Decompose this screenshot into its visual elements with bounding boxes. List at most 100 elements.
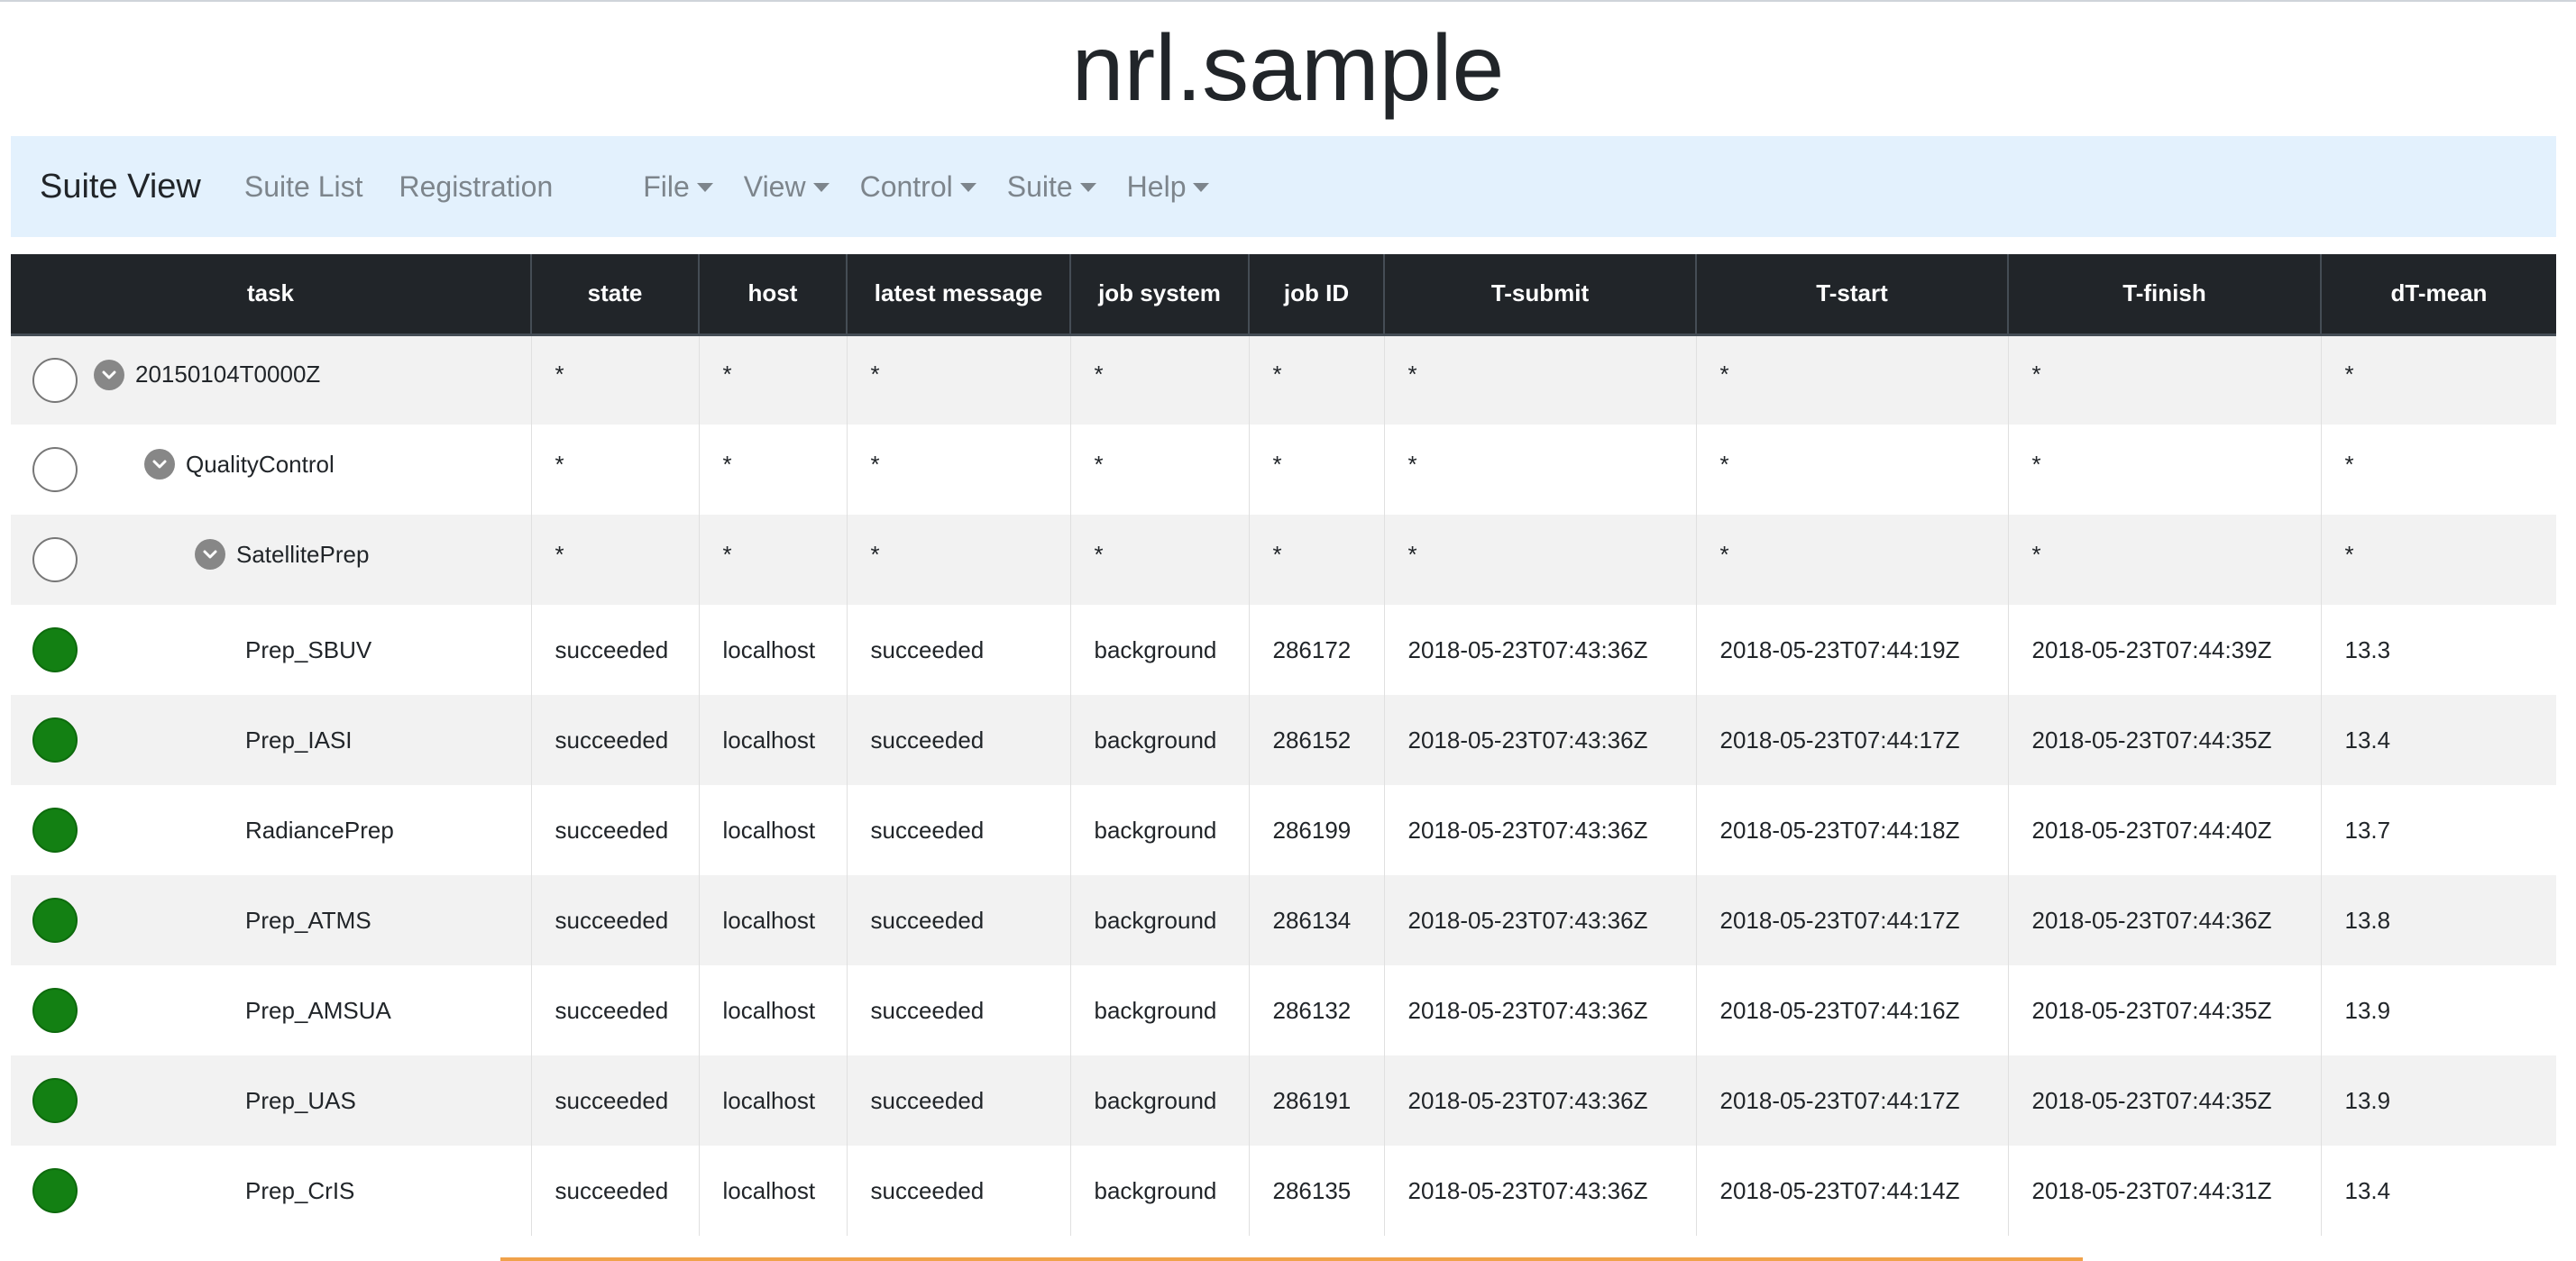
menu-view[interactable]: View — [744, 170, 830, 204]
cell-job-id: 286191 — [1249, 1055, 1385, 1146]
cell-t-submit: 2018-05-23T07:43:36Z — [1384, 695, 1697, 785]
state-circle-icon[interactable] — [32, 357, 78, 403]
column-header-task[interactable]: task — [11, 254, 532, 334]
task-row[interactable]: Prep_UAS succeeded localhost succeeded b… — [11, 1055, 2556, 1146]
menu-file-label: File — [643, 169, 690, 203]
family-row[interactable]: QualityControl * * * * * * * * * — [11, 425, 2556, 515]
cell-t-submit: 2018-05-23T07:43:36Z — [1384, 1055, 1697, 1146]
task-cell: Prep_SBUV — [11, 605, 532, 695]
family-label: QualityControl — [144, 443, 335, 486]
task-row[interactable]: Prep_CrIS succeeded localhost succeeded … — [11, 1146, 2556, 1236]
column-header-t-submit[interactable]: T-submit — [1384, 254, 1697, 334]
state-circle-icon[interactable] — [32, 447, 78, 492]
task-name: Prep_CrIS — [245, 1176, 355, 1204]
cell-t-submit: 2018-05-23T07:43:36Z — [1384, 1146, 1697, 1236]
cell-value: * — [2031, 361, 2041, 388]
state-succeeded-icon[interactable] — [32, 808, 78, 853]
cell-job-system: background — [1070, 605, 1250, 695]
task-row[interactable]: Prep_ATMS succeeded localhost succeeded … — [11, 875, 2556, 965]
caret-down-icon — [812, 183, 830, 192]
task-name: Prep_IASI — [245, 726, 353, 754]
cell-job-system: background — [1070, 695, 1250, 785]
cell-host: * — [699, 334, 848, 425]
cell-t-submit: * — [1384, 334, 1697, 425]
cell-t-finish: 2018-05-23T07:44:35Z — [2008, 695, 2322, 785]
column-header-job-id[interactable]: job ID — [1249, 254, 1385, 334]
cell-value: * — [1719, 450, 1729, 478]
cell-state: * — [531, 425, 700, 515]
cell-t-finish: 2018-05-23T07:44:36Z — [2008, 875, 2322, 965]
state-succeeded-icon[interactable] — [32, 1078, 78, 1123]
cell-value: * — [870, 540, 880, 568]
task-row[interactable]: Prep_IASI succeeded localhost succeeded … — [11, 695, 2556, 785]
column-header-t-finish[interactable]: T-finish — [2008, 254, 2322, 334]
menu-file[interactable]: File — [643, 170, 713, 204]
cell-t-finish: * — [2008, 515, 2322, 605]
menu-suite[interactable]: Suite — [1007, 170, 1096, 204]
column-header-dt-mean[interactable]: dT-mean — [2321, 254, 2556, 334]
chevron-down-icon[interactable] — [144, 449, 175, 480]
column-header-latest-message[interactable]: latest message — [847, 254, 1071, 334]
nav-brand-suite-view[interactable]: Suite View — [40, 168, 201, 206]
cell-state: * — [531, 515, 700, 605]
task-row[interactable]: Prep_SBUV succeeded localhost succeeded … — [11, 605, 2556, 695]
task-name: Prep_AMSUA — [245, 996, 391, 1024]
task-tree-table: task state host latest message job syste… — [11, 254, 2556, 1236]
task-name: Prep_SBUV — [245, 635, 372, 663]
menu-suite-label: Suite — [1006, 169, 1073, 203]
state-succeeded-icon[interactable] — [32, 898, 78, 943]
chevron-down-icon[interactable] — [94, 359, 124, 390]
family-name: QualityControl — [186, 450, 335, 478]
state-circle-icon[interactable] — [32, 537, 78, 582]
cell-dt-mean: 13.7 — [2344, 816, 2391, 844]
cell-host: * — [699, 425, 848, 515]
task-cell: Prep_UAS — [11, 1055, 532, 1146]
nav-link-registration[interactable]: Registration — [399, 170, 553, 204]
bottom-edge-bar — [500, 1257, 2083, 1261]
cell-t-finish: * — [2008, 334, 2322, 425]
cell-job-id: 286199 — [1249, 785, 1385, 875]
cell-state: succeeded — [531, 1055, 700, 1146]
cell-t-start: 2018-05-23T07:44:18Z — [1696, 785, 2009, 875]
cell-host: localhost — [699, 965, 848, 1055]
cell-job-system: background — [1070, 1146, 1250, 1236]
table-header-row: task state host latest message job syste… — [11, 254, 2556, 334]
top-border — [0, 0, 2576, 2]
cell-t-finish: 2018-05-23T07:44:35Z — [2008, 965, 2322, 1055]
cell-job-id: * — [1249, 425, 1385, 515]
column-header-t-start[interactable]: T-start — [1696, 254, 2009, 334]
cell-t-finish: 2018-05-23T07:44:40Z — [2008, 785, 2322, 875]
cell-value: * — [2344, 540, 2354, 568]
column-header-state[interactable]: state — [531, 254, 700, 334]
menu-control[interactable]: Control — [860, 170, 976, 204]
task-row[interactable]: Prep_AMSUA succeeded localhost succeeded… — [11, 965, 2556, 1055]
cell-value: * — [1272, 540, 1282, 568]
state-succeeded-icon[interactable] — [32, 988, 78, 1033]
menu-help-label: Help — [1126, 169, 1187, 203]
column-header-host[interactable]: host — [699, 254, 848, 334]
cell-t-start: 2018-05-23T07:44:17Z — [1696, 875, 2009, 965]
family-row[interactable]: 20150104T0000Z * * * * * * * * * — [11, 334, 2556, 425]
task-cell: 20150104T0000Z — [11, 334, 532, 425]
cell-value: * — [1407, 450, 1417, 478]
task-cell: Prep_ATMS — [11, 875, 532, 965]
column-header-job-system[interactable]: job system — [1070, 254, 1250, 334]
task-name: RadiancePrep — [245, 816, 394, 844]
nav-link-suite-list[interactable]: Suite List — [244, 170, 363, 204]
task-row[interactable]: RadiancePrep succeeded localhost succeed… — [11, 785, 2556, 875]
state-succeeded-icon[interactable] — [32, 627, 78, 672]
menu-help[interactable]: Help — [1127, 170, 1210, 204]
cell-latest-message: succeeded — [847, 875, 1071, 965]
chevron-down-icon[interactable] — [195, 539, 225, 570]
cell-value: * — [1272, 450, 1282, 478]
state-succeeded-icon[interactable] — [32, 1168, 78, 1213]
task-cell: RadiancePrep — [11, 785, 532, 875]
cell-job-system: background — [1070, 965, 1250, 1055]
state-succeeded-icon[interactable] — [32, 717, 78, 763]
cell-job-id: 286134 — [1249, 875, 1385, 965]
cell-state: succeeded — [531, 785, 700, 875]
family-row[interactable]: SatellitePrep * * * * * * * * * — [11, 515, 2556, 605]
cell-dt-mean: * — [2321, 515, 2556, 605]
family-name: 20150104T0000Z — [135, 361, 321, 388]
cell-value: * — [1094, 361, 1104, 388]
